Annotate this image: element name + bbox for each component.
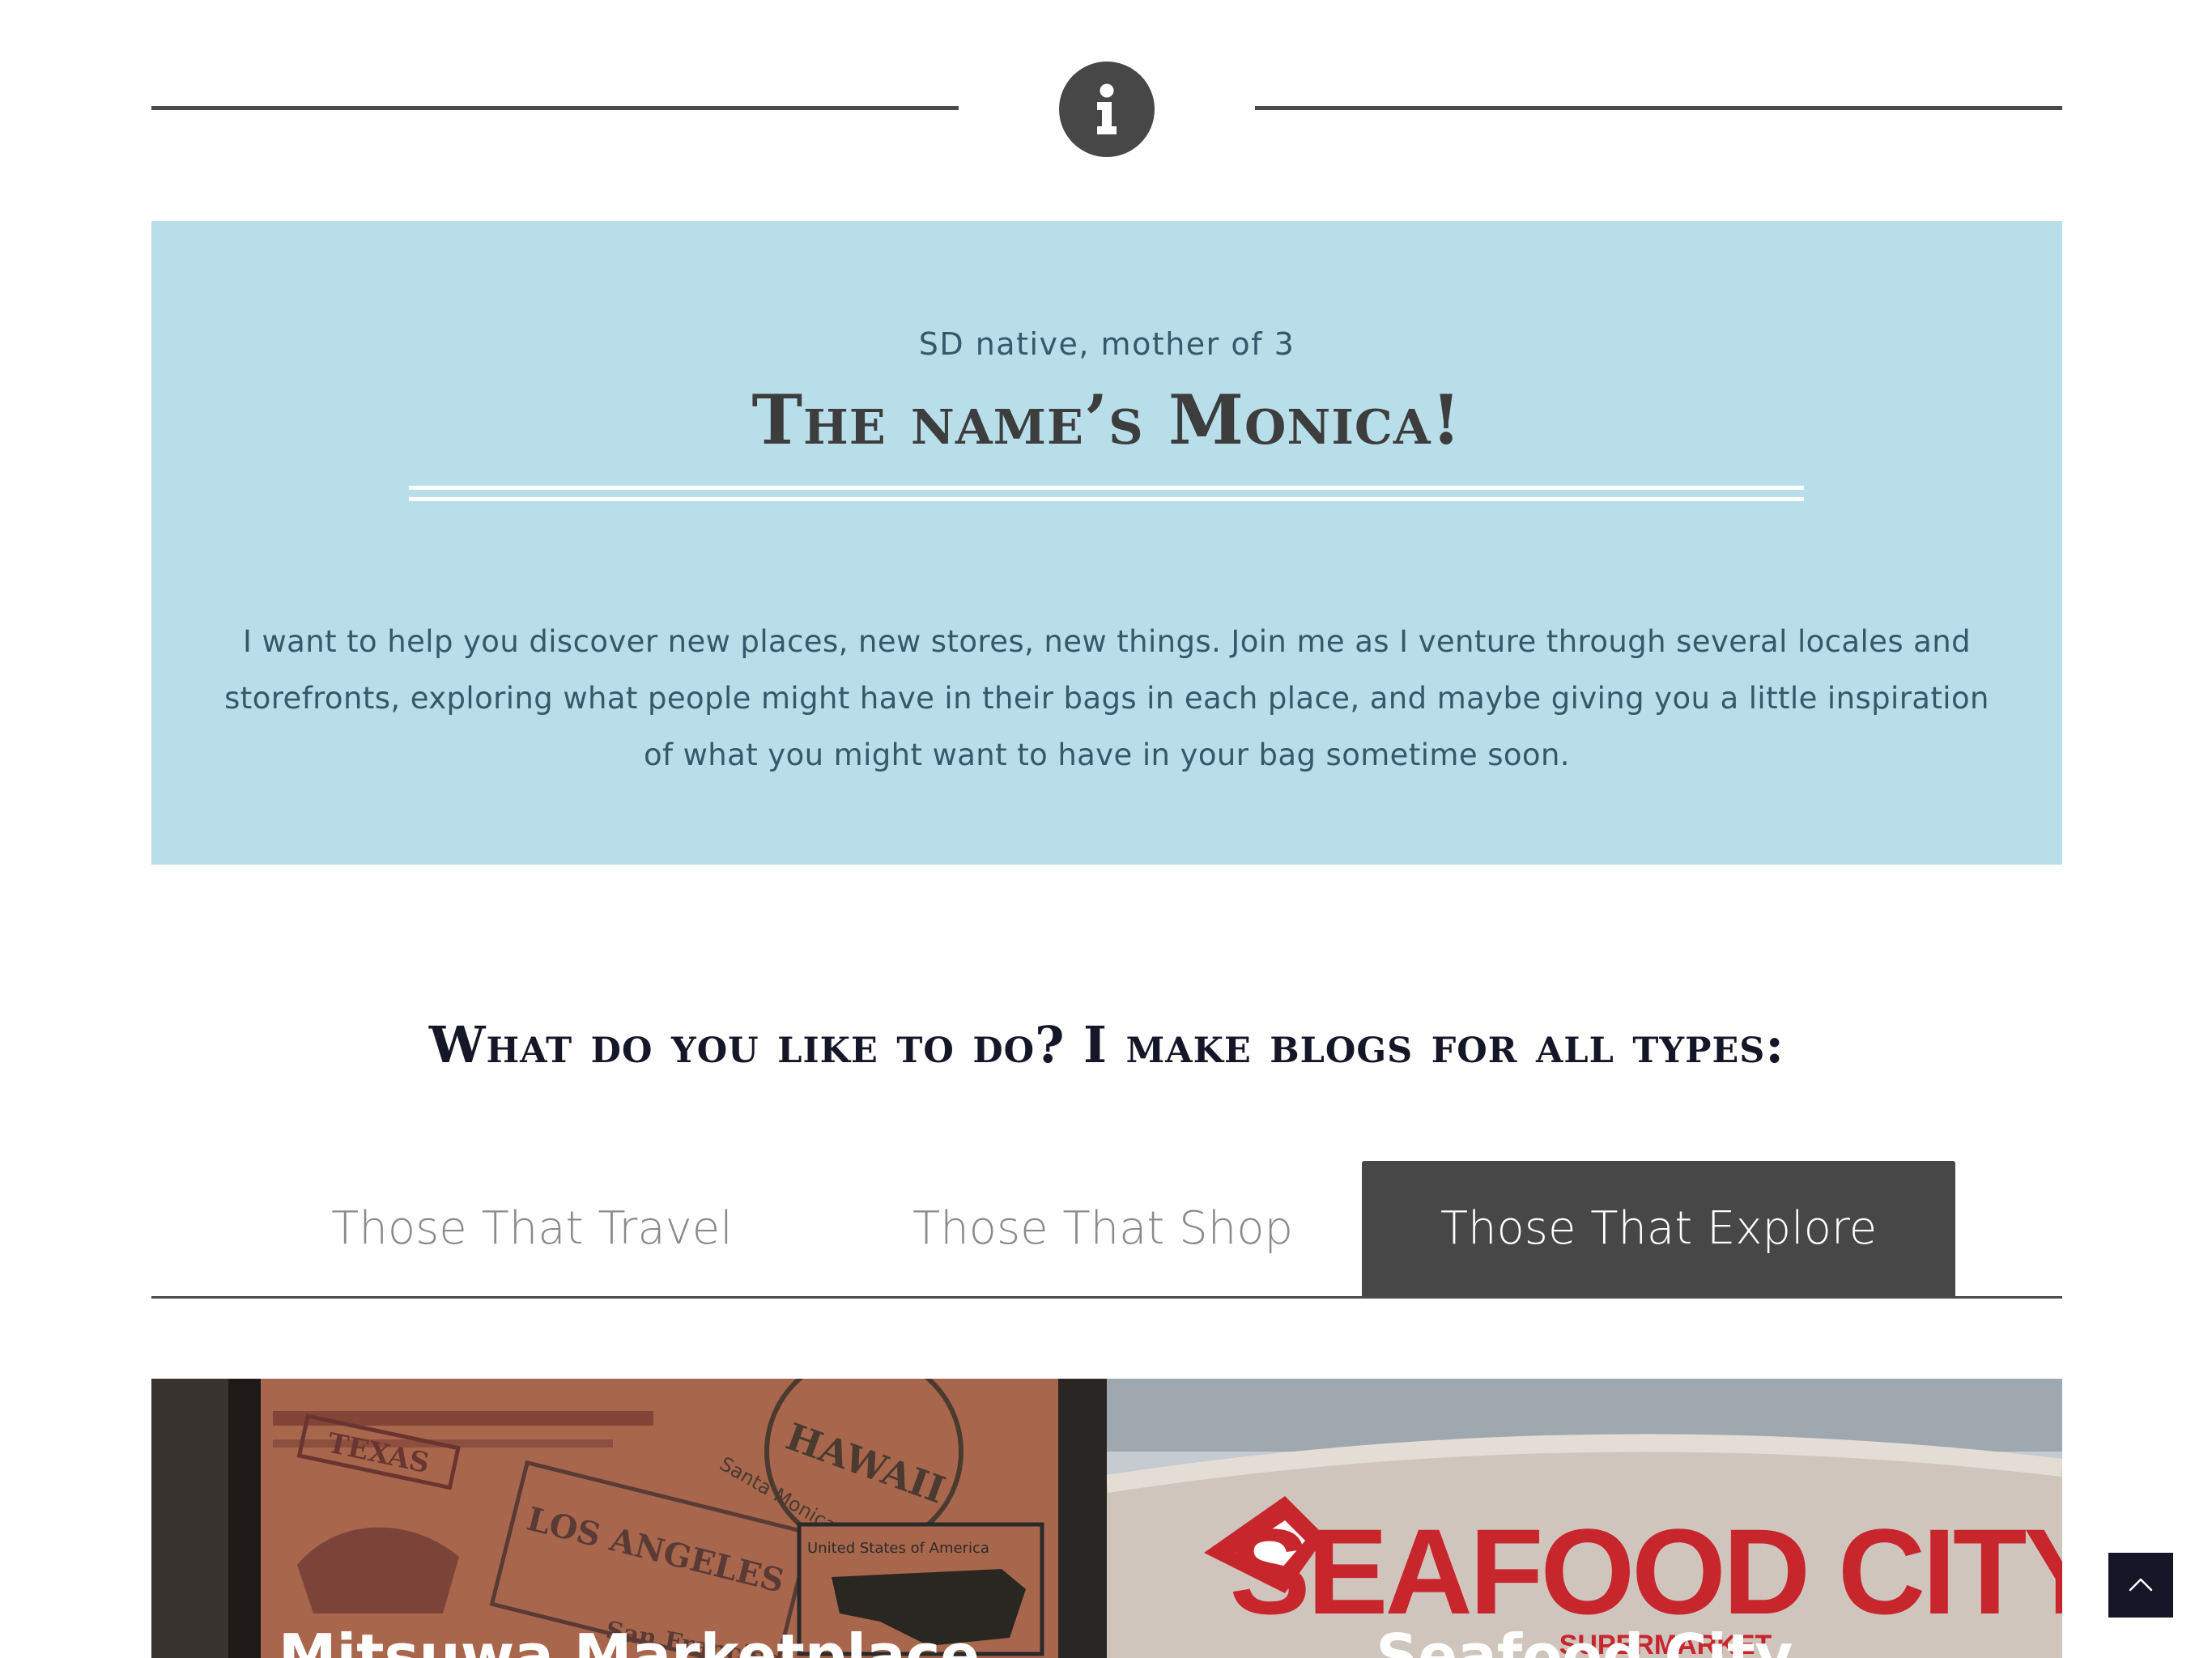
card-title: Mitsuwa Marketplace xyxy=(278,1622,981,1658)
card-seafood-city[interactable]: SEAFOOD CITY SUPERMARKET Seafood City xyxy=(1107,1379,2062,1658)
storefront-sign-text: SEAFOOD CITY xyxy=(1229,1503,2062,1639)
card-mitsuwa-marketplace[interactable]: TEXAS LOS ANGELES HAWAII Santa Monica Un… xyxy=(151,1379,1107,1658)
tab-those-that-shop[interactable]: Those That Shop xyxy=(852,1161,1354,1296)
title-double-rule xyxy=(409,486,1804,501)
about-title: The name’s Monica! xyxy=(751,380,1462,460)
about-description: I want to help you discover new places, … xyxy=(224,624,1989,772)
tab-those-that-travel[interactable]: Those That Travel xyxy=(297,1161,767,1296)
about-panel: SD native, mother of 3 The name’s Monica… xyxy=(151,221,2062,865)
section-heading: What do you like to do? I make blogs for… xyxy=(428,1015,1785,1075)
divider-line-left xyxy=(151,106,959,110)
stamp-text-usa: United States of America xyxy=(807,1540,989,1557)
card-title: Seafood City xyxy=(1376,1622,1793,1658)
back-to-top-button[interactable] xyxy=(2108,1553,2173,1618)
card-image-travel-bag: TEXAS LOS ANGELES HAWAII Santa Monica Un… xyxy=(151,1379,1107,1658)
about-eyebrow: SD native, mother of 3 xyxy=(918,326,1295,362)
card-image-seafood-city-storefront: SEAFOOD CITY SUPERMARKET xyxy=(1107,1379,2062,1658)
info-icon xyxy=(1059,62,1155,157)
blog-type-tabs: Those That Travel Those That Shop Those … xyxy=(151,1161,2062,1299)
chevron-up-icon xyxy=(2129,1578,2153,1592)
tab-those-that-explore[interactable]: Those That Explore xyxy=(1362,1161,1955,1296)
divider-line-right xyxy=(1255,106,2062,110)
